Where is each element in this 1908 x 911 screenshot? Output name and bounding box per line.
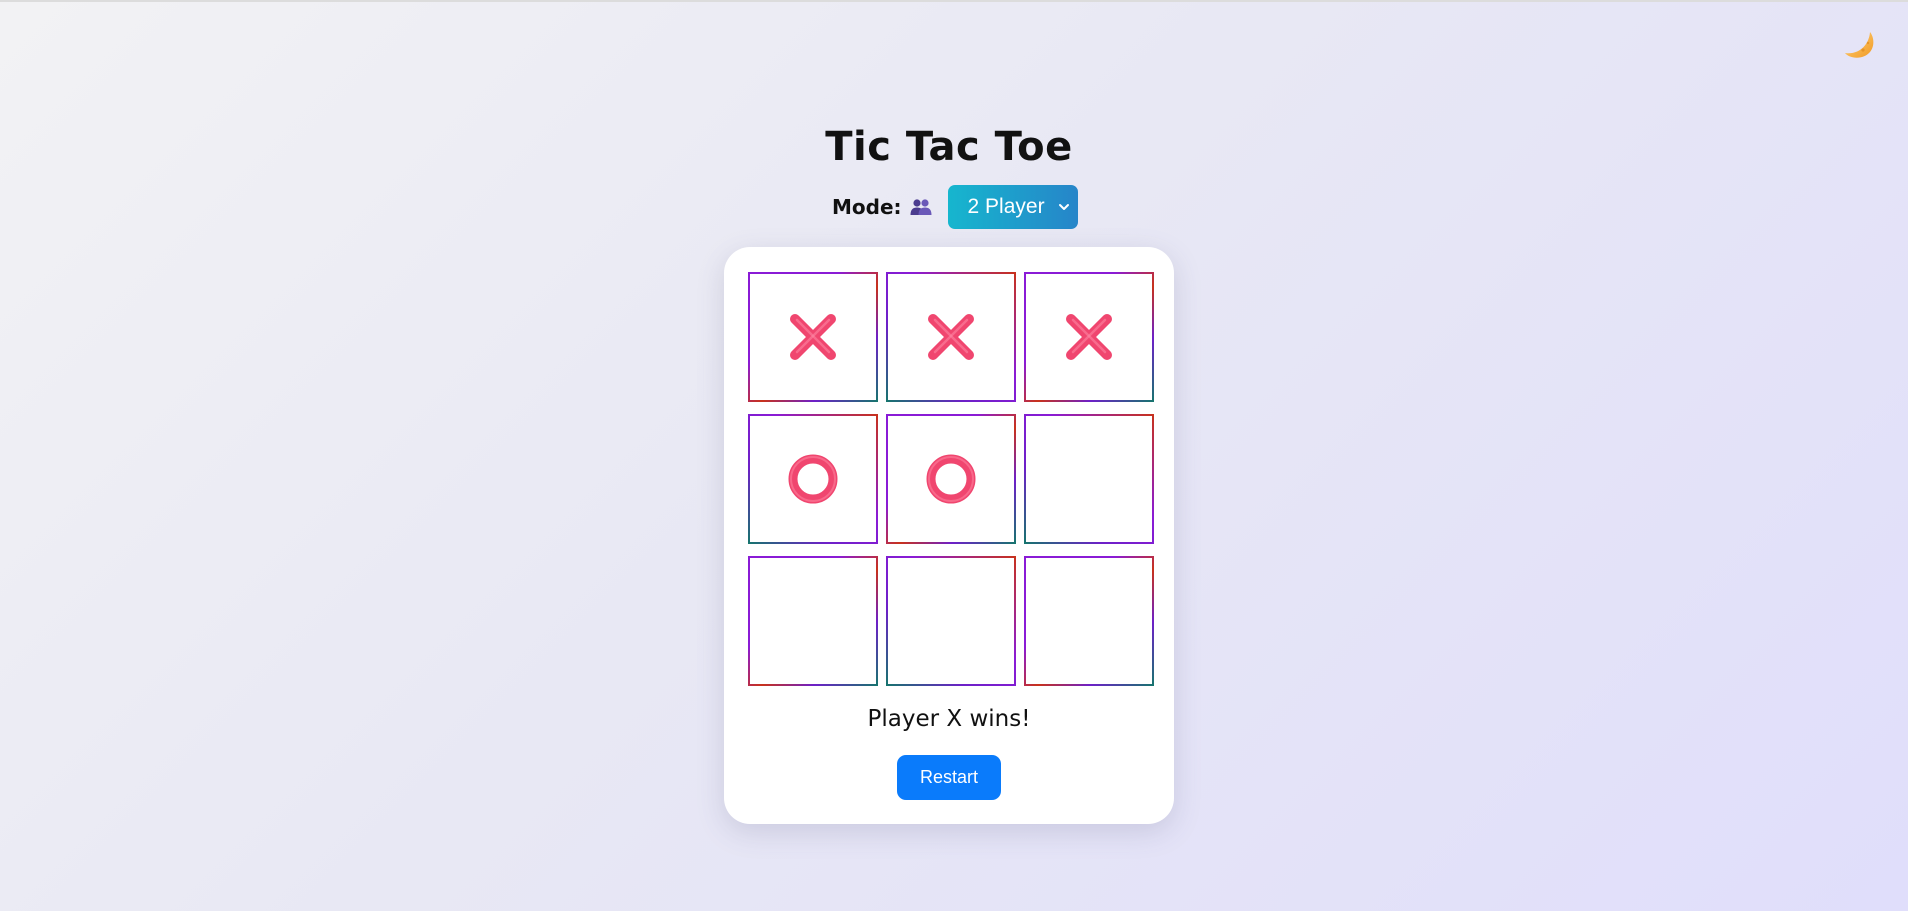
page-title: Tic Tac Toe [825,124,1073,170]
board-cell-x[interactable] [1024,272,1154,402]
board-cell-empty[interactable] [1024,556,1154,686]
o-mark-icon [788,454,838,504]
game-board [748,272,1154,686]
chevron-down-icon [1058,204,1069,210]
mode-select-value: 2 Player [967,195,1045,218]
board-cell-x[interactable] [748,272,878,402]
restart-button[interactable]: Restart [897,755,1001,800]
board-cell-empty[interactable] [1024,414,1154,544]
mode-label: Mode: [832,195,902,219]
game-status: Player X wins! [867,706,1031,732]
mode-select[interactable]: 2 Player [947,185,1078,229]
board-cell-empty[interactable] [748,556,878,686]
game-card: Player X wins! Restart [724,247,1174,824]
x-mark-icon [790,314,836,360]
x-mark-icon [1066,314,1112,360]
o-mark-icon [926,454,976,504]
top-border [0,0,1908,2]
board-cell-empty[interactable] [886,556,1016,686]
theme-toggle-button[interactable] [1836,22,1880,66]
board-cell-o[interactable] [886,414,1016,544]
board-cell-o[interactable] [748,414,878,544]
board-cell-x[interactable] [886,272,1016,402]
x-mark-icon [928,314,974,360]
two-players-icon [910,199,932,215]
crescent-moon-icon [1845,32,1874,58]
mode-selector-row: Mode: 2 Player [832,185,1078,229]
